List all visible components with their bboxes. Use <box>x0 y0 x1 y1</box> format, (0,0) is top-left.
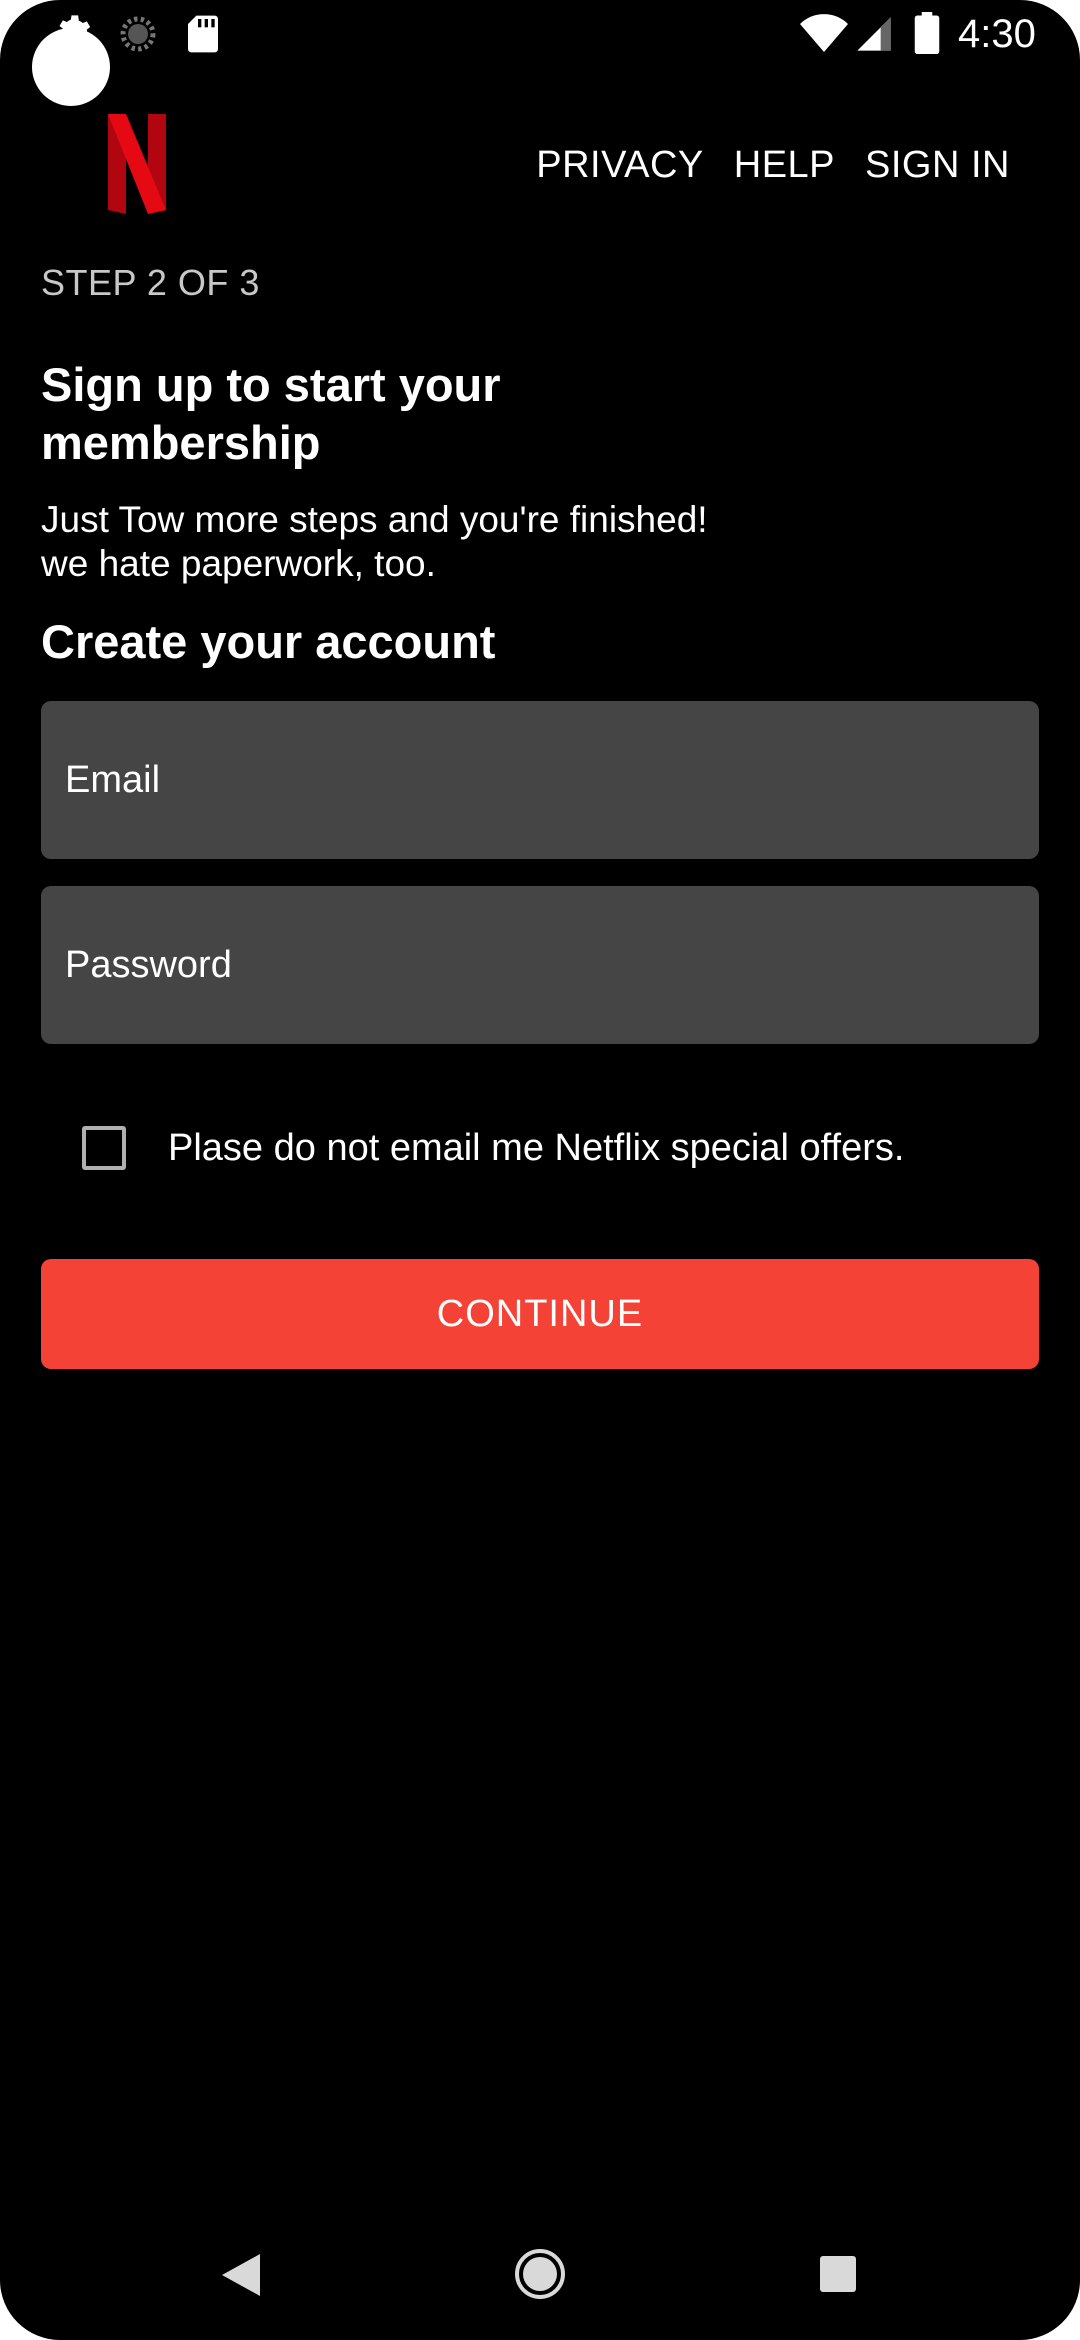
sd-card-icon <box>188 15 218 53</box>
subtitle: Just Tow more steps and you're finished!… <box>41 498 841 586</box>
offers-opt-out-label[interactable]: Plase do not email me Netflix special of… <box>168 1127 904 1170</box>
netflix-logo[interactable] <box>108 114 166 214</box>
gear-icon <box>59 15 91 47</box>
status-bar: 4:30 <box>0 0 1080 106</box>
wifi-icon <box>800 14 848 53</box>
email-field[interactable] <box>41 701 1039 859</box>
help-link[interactable]: HELP <box>734 140 835 190</box>
battery-icon <box>914 12 940 54</box>
offers-opt-out-checkbox[interactable] <box>82 1126 126 1170</box>
password-field[interactable] <box>41 886 1039 1044</box>
top-nav: PRIVACY HELP SIGN IN <box>536 140 1010 190</box>
password-input[interactable] <box>63 942 1039 988</box>
privacy-link[interactable]: PRIVACY <box>536 140 704 190</box>
back-icon[interactable] <box>222 2254 260 2296</box>
sign-in-link[interactable]: SIGN IN <box>865 140 1010 190</box>
page-title: Sign up to start your membership <box>41 358 501 469</box>
section-title: Create your account <box>41 615 496 668</box>
offers-opt-out-row[interactable]: Plase do not email me Netflix special of… <box>82 1126 904 1170</box>
screen: 4:30 PRIVACY HELP SIGN IN STEP 2 OF 3 Si… <box>0 0 1080 2340</box>
home-icon[interactable] <box>514 2248 566 2300</box>
step-indicator: STEP 2 OF 3 <box>41 262 260 303</box>
subtitle-line-1: Just Tow more steps and you're finished! <box>41 499 708 540</box>
recents-icon[interactable] <box>820 2256 856 2292</box>
status-time: 4:30 <box>958 12 1036 56</box>
subtitle-line-2: we hate paperwork, too. <box>41 543 436 584</box>
continue-button[interactable]: CONTINUE <box>41 1259 1039 1369</box>
signal-icon <box>857 17 891 51</box>
spinner-icon <box>120 16 156 52</box>
email-input[interactable] <box>63 757 1039 803</box>
